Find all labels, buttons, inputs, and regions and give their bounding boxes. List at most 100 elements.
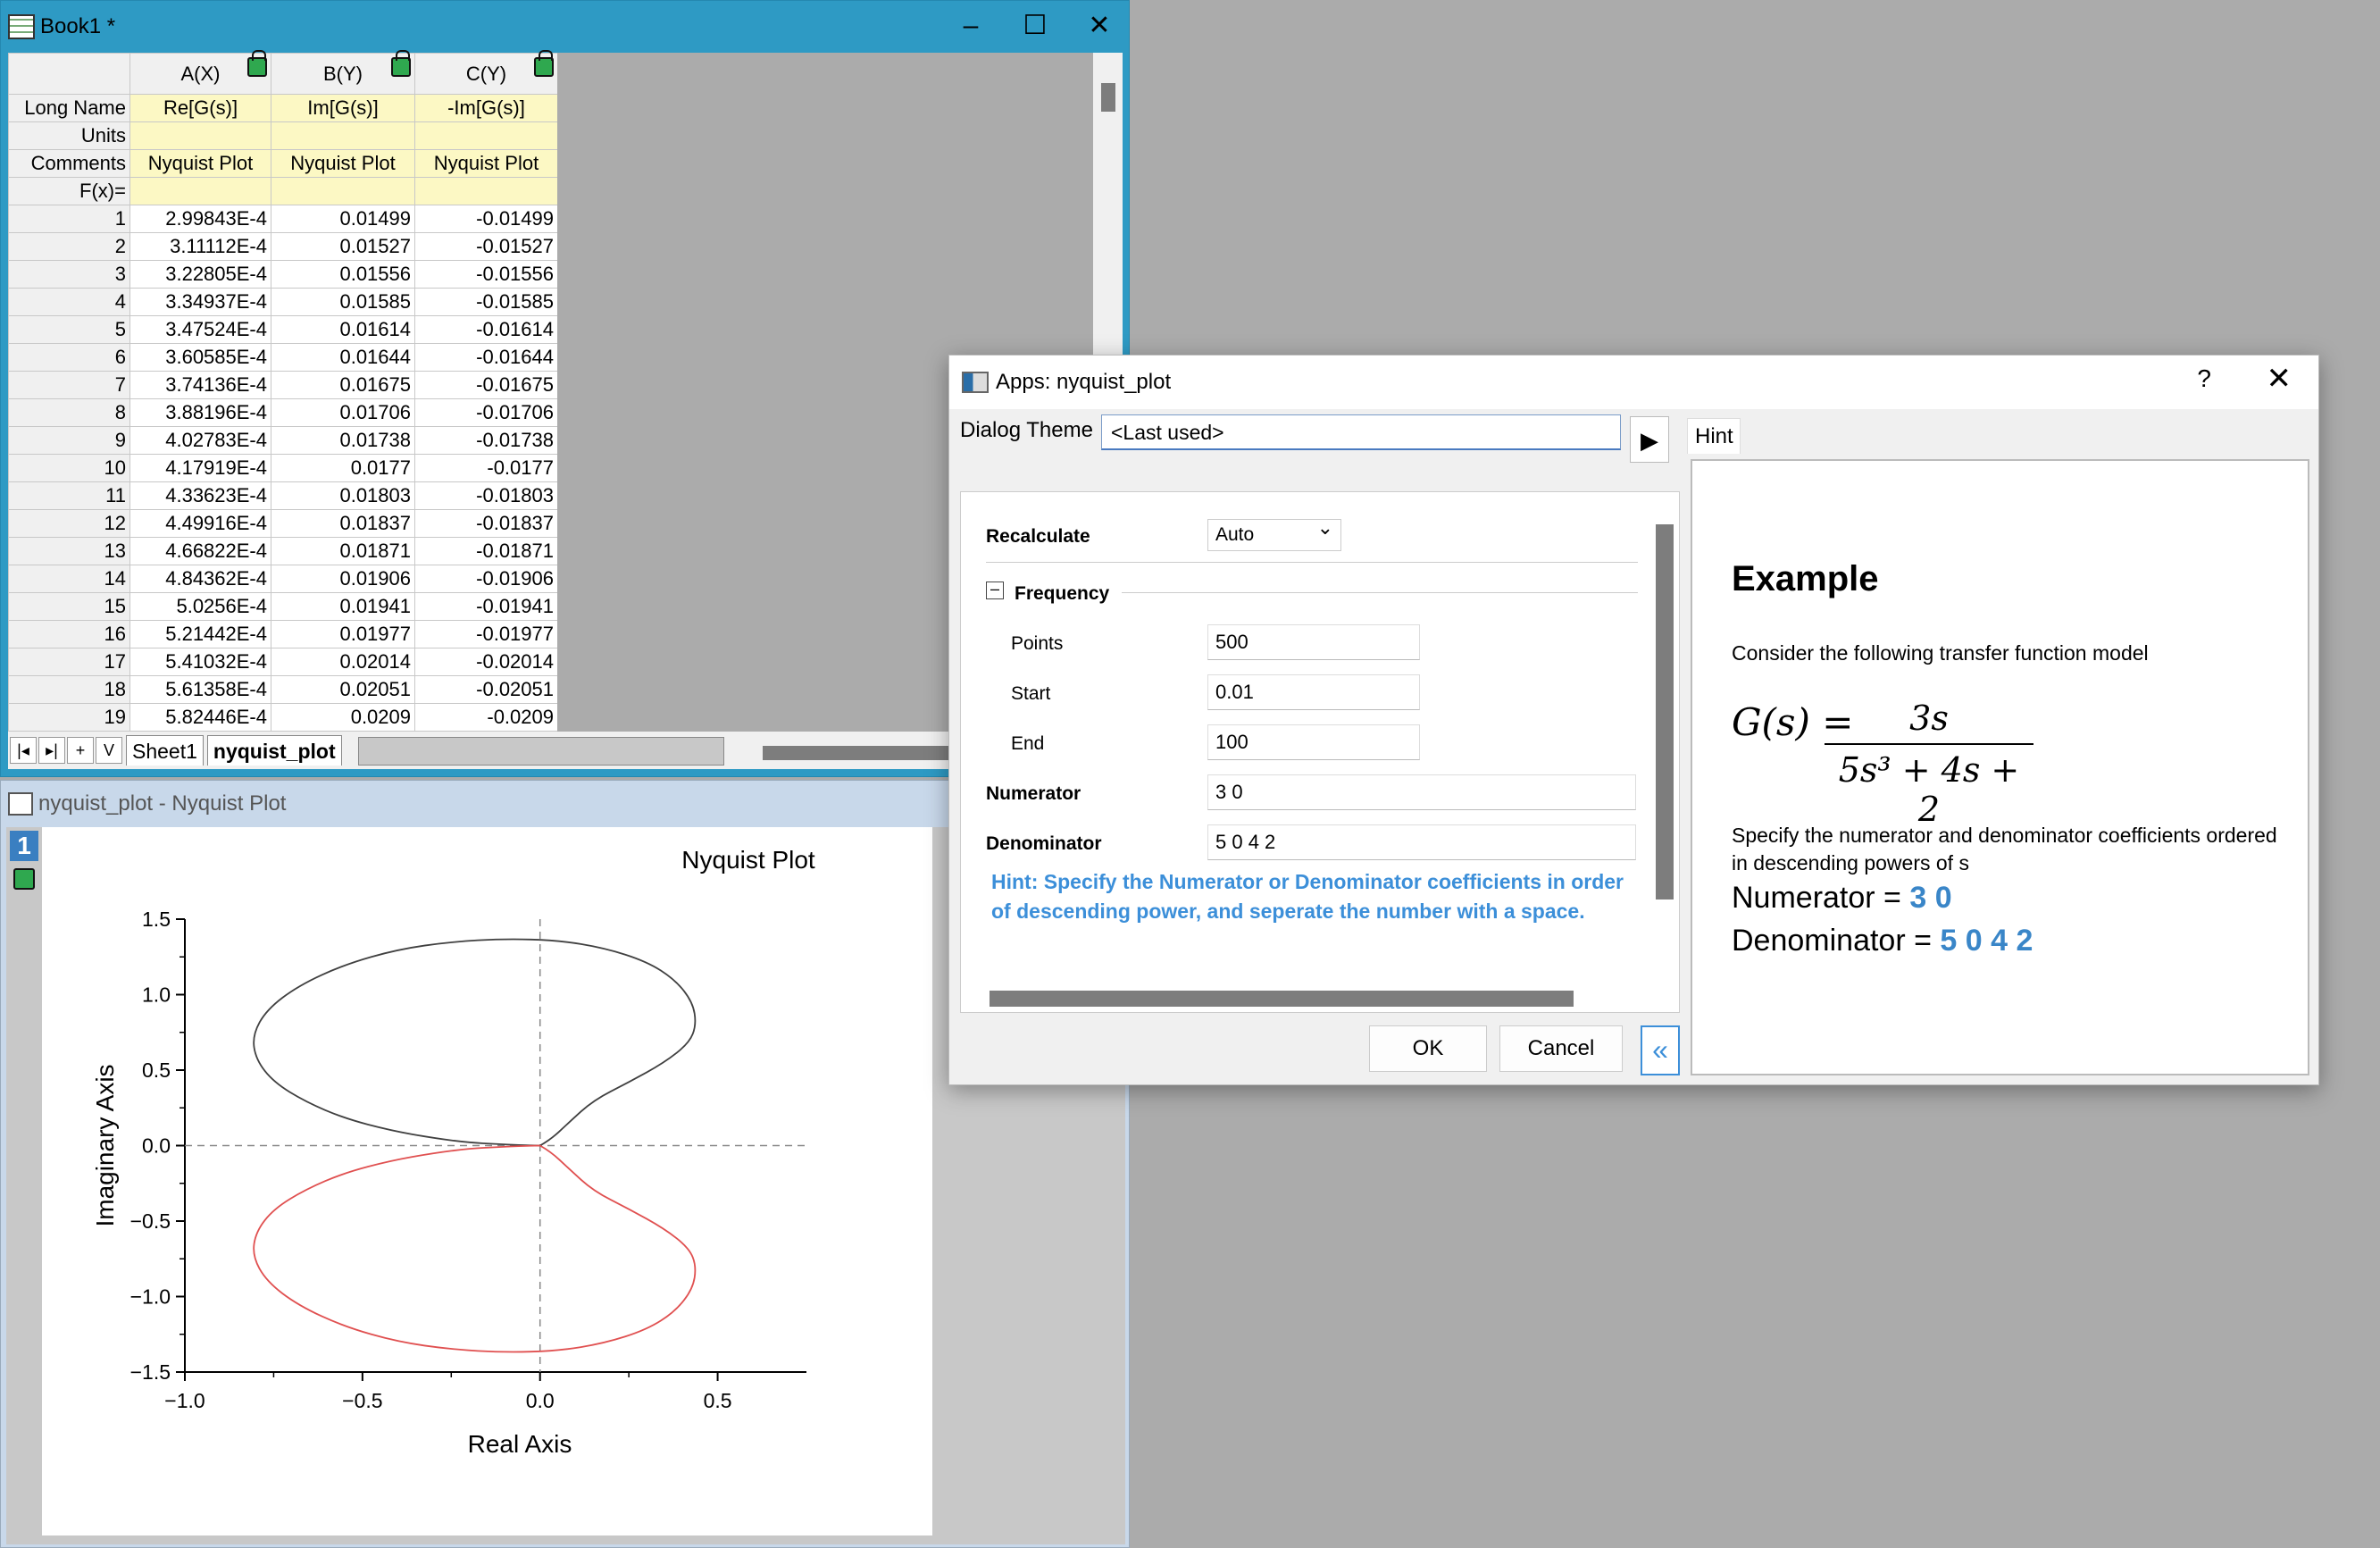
help-button[interactable]: ? (2197, 364, 2211, 393)
data-cell[interactable]: -0.0177 (414, 454, 558, 482)
data-cell[interactable]: 0.01706 (271, 398, 415, 427)
data-cell[interactable]: 5.82446E-4 (129, 703, 271, 732)
data-cell[interactable]: 3.22805E-4 (129, 260, 271, 289)
long-name-cell[interactable]: Re[G(s)] (129, 94, 271, 122)
data-cell[interactable]: -0.01871 (414, 537, 558, 565)
data-cell[interactable]: 0.0209 (271, 703, 415, 732)
data-cell[interactable]: 4.49916E-4 (129, 509, 271, 538)
points-field[interactable]: 500 (1207, 624, 1420, 660)
data-cell[interactable]: -0.01738 (414, 426, 558, 455)
data-cell[interactable]: 3.74136E-4 (129, 371, 271, 399)
data-cell[interactable]: -0.02051 (414, 675, 558, 704)
data-cell[interactable]: 0.01556 (271, 260, 415, 289)
data-cell[interactable]: -0.0209 (414, 703, 558, 732)
horizontal-scrollbar[interactable] (358, 737, 724, 766)
fx-cell[interactable] (129, 177, 271, 205)
tab-hint[interactable]: Hint (1687, 418, 1741, 454)
data-cell[interactable]: -0.01906 (414, 565, 558, 593)
last-sheet-button[interactable]: ▸| (38, 737, 65, 764)
data-cell[interactable]: 0.01644 (271, 343, 415, 372)
layer-indicator[interactable]: 1 (10, 831, 38, 861)
data-cell[interactable]: -0.01706 (414, 398, 558, 427)
data-cell[interactable]: 3.47524E-4 (129, 315, 271, 344)
data-cell[interactable]: -0.01941 (414, 592, 558, 621)
data-cell[interactable]: 3.60585E-4 (129, 343, 271, 372)
collapse-hint-icon[interactable]: « (1641, 1025, 1680, 1075)
units-cell[interactable] (129, 121, 271, 150)
data-cell[interactable]: 4.02783E-4 (129, 426, 271, 455)
cancel-button[interactable]: Cancel (1499, 1025, 1623, 1072)
data-cell[interactable]: 0.01871 (271, 537, 415, 565)
close-icon[interactable]: ✕ (1067, 8, 1132, 44)
data-cell[interactable]: 4.66822E-4 (129, 537, 271, 565)
data-cell[interactable]: 0.02051 (271, 675, 415, 704)
comments-cell[interactable]: Nyquist Plot (414, 149, 558, 178)
data-cell[interactable]: -0.01977 (414, 620, 558, 648)
data-cell[interactable]: -0.01803 (414, 481, 558, 510)
data-cell[interactable]: -0.01644 (414, 343, 558, 372)
data-cell[interactable]: 5.41032E-4 (129, 648, 271, 676)
data-cell[interactable]: 4.33623E-4 (129, 481, 271, 510)
data-cell[interactable]: 0.01585 (271, 288, 415, 316)
data-cell[interactable]: -0.01556 (414, 260, 558, 289)
data-cell[interactable]: 3.11112E-4 (129, 232, 271, 261)
data-cell[interactable]: -0.01675 (414, 371, 558, 399)
numerator-field[interactable]: 3 0 (1207, 774, 1636, 810)
data-cell[interactable]: 2.99843E-4 (129, 205, 271, 233)
dialog-close-button[interactable]: ✕ (2267, 361, 2292, 397)
end-field[interactable]: 100 (1207, 724, 1420, 760)
long-name-cell[interactable]: Im[G(s)] (271, 94, 415, 122)
data-cell[interactable]: 3.88196E-4 (129, 398, 271, 427)
play-icon[interactable]: ▶ (1630, 416, 1669, 463)
settings-horizontal-scrollbar[interactable] (990, 991, 1574, 1007)
denominator-field[interactable]: 5 0 4 2 (1207, 824, 1636, 860)
data-cell[interactable]: -0.01585 (414, 288, 558, 316)
scroll-thumb[interactable] (1101, 83, 1115, 112)
minimize-icon[interactable]: – (939, 8, 1003, 44)
data-cell[interactable]: 5.0256E-4 (129, 592, 271, 621)
data-cell[interactable]: 0.01803 (271, 481, 415, 510)
sheet-list-button[interactable]: V (96, 737, 122, 764)
data-cell[interactable]: 0.01941 (271, 592, 415, 621)
data-cell[interactable]: -0.01527 (414, 232, 558, 261)
recalculate-select[interactable]: Auto (1207, 516, 1341, 551)
tab-nyquist-plot[interactable]: nyquist_plot (206, 735, 342, 766)
data-cell[interactable]: 3.34937E-4 (129, 288, 271, 316)
tab-sheet1[interactable]: Sheet1 (126, 735, 204, 766)
nyquist-chart[interactable]: Nyquist Plot −1.0 −0.5 0.0 0.5 1.5 1.0 0.5 0.0 −0… (42, 827, 932, 1535)
data-cell[interactable]: -0.02014 (414, 648, 558, 676)
column-header-b[interactable]: B(Y) (271, 50, 415, 95)
fx-cell[interactable] (271, 177, 415, 205)
column-header-c[interactable]: C(Y) (414, 50, 558, 95)
dialog-theme-input[interactable]: <Last used> (1101, 414, 1621, 450)
layer-lock-icon[interactable] (13, 868, 35, 890)
corner-cell[interactable] (8, 53, 130, 95)
data-cell[interactable]: -0.01837 (414, 509, 558, 538)
comments-cell[interactable]: Nyquist Plot (271, 149, 415, 178)
data-cell[interactable]: -0.01614 (414, 315, 558, 344)
first-sheet-button[interactable]: |◂ (10, 737, 37, 764)
ok-button[interactable]: OK (1369, 1025, 1487, 1072)
comments-cell[interactable]: Nyquist Plot (129, 149, 271, 178)
data-cell[interactable]: 0.01837 (271, 509, 415, 538)
long-name-cell[interactable]: -Im[G(s)] (414, 94, 558, 122)
data-cell[interactable]: 0.01675 (271, 371, 415, 399)
settings-vertical-scrollbar[interactable] (1656, 524, 1674, 900)
data-cell[interactable]: 4.17919E-4 (129, 454, 271, 482)
fx-cell[interactable] (414, 177, 558, 205)
data-cell[interactable]: 4.84362E-4 (129, 565, 271, 593)
column-header-a[interactable]: A(X) (129, 50, 271, 95)
data-cell[interactable]: 0.01527 (271, 232, 415, 261)
data-cell[interactable]: 0.0177 (271, 454, 415, 482)
dialog-titlebar[interactable]: Apps: nyquist_plot (949, 356, 2318, 409)
collapse-frequency-icon[interactable]: – (986, 581, 1004, 599)
data-cell[interactable]: 0.01977 (271, 620, 415, 648)
maximize-icon[interactable]: ☐ (1003, 8, 1067, 44)
data-cell[interactable]: 0.01906 (271, 565, 415, 593)
units-cell[interactable] (414, 121, 558, 150)
data-cell[interactable]: 0.01614 (271, 315, 415, 344)
data-cell[interactable]: 0.01499 (271, 205, 415, 233)
data-cell[interactable]: 0.02014 (271, 648, 415, 676)
data-cell[interactable]: 5.61358E-4 (129, 675, 271, 704)
units-cell[interactable] (271, 121, 415, 150)
